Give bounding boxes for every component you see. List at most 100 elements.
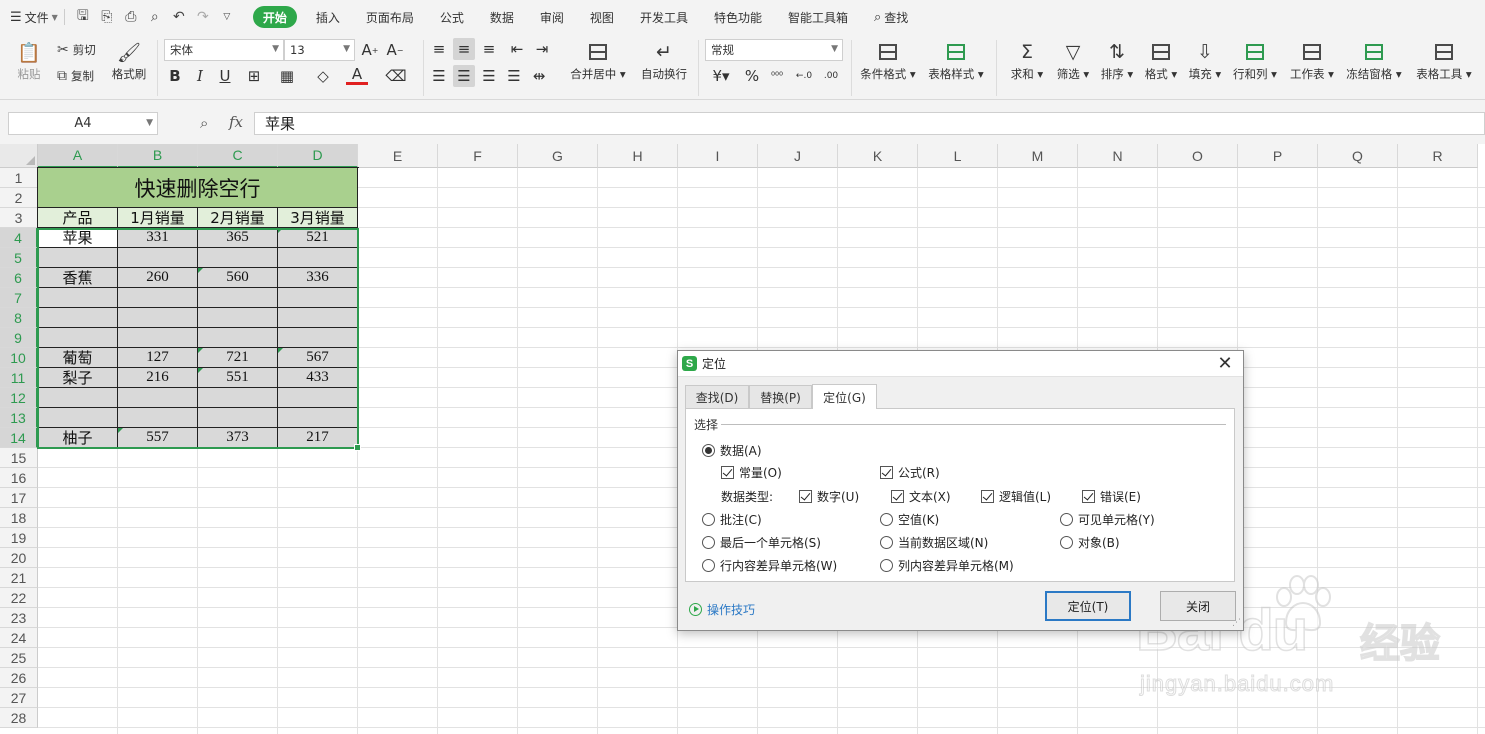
table-cell[interactable]: 柚子: [38, 428, 118, 448]
table-cell[interactable]: 551: [198, 368, 278, 388]
tab-insert[interactable]: 插入: [303, 6, 353, 28]
fill-button[interactable]: ⇩ 填充 ▾: [1185, 38, 1225, 82]
conditional-format-button[interactable]: 条件格式 ▾: [857, 38, 919, 82]
table-cell[interactable]: 梨子: [38, 368, 118, 388]
zoom-icon[interactable]: ⌕: [200, 114, 208, 132]
select-all-corner[interactable]: [0, 144, 38, 168]
column-header[interactable]: L: [918, 144, 998, 168]
row-header[interactable]: 12: [0, 388, 38, 408]
format-painter-button[interactable]: 🖌 格式刷: [108, 38, 150, 82]
tab-replace[interactable]: 替换(P): [749, 385, 812, 409]
tab-formulas[interactable]: 公式: [427, 6, 477, 28]
number-format-select[interactable]: 常规 ▼: [705, 39, 843, 61]
align-bottom-icon[interactable]: ≡: [478, 38, 500, 60]
column-header[interactable]: H: [598, 144, 678, 168]
table-cell[interactable]: 567: [278, 348, 358, 368]
sort-button[interactable]: ⇅ 排序 ▾: [1097, 38, 1137, 82]
bold-icon[interactable]: B: [164, 65, 186, 87]
type-number-checkbox[interactable]: 数字(U): [799, 488, 859, 505]
column-header[interactable]: P: [1238, 144, 1318, 168]
increase-decimal-icon[interactable]: ←.0: [793, 65, 815, 87]
borders-icon[interactable]: ⊞: [243, 65, 265, 87]
close-icon[interactable]: ✕: [1215, 353, 1235, 374]
table-cell[interactable]: 产品: [38, 208, 118, 228]
table-cell[interactable]: 217: [278, 428, 358, 448]
format-button[interactable]: 格式 ▾: [1141, 38, 1181, 82]
table-cell[interactable]: [278, 248, 358, 268]
table-cell[interactable]: 721: [198, 348, 278, 368]
row-header[interactable]: 16: [0, 468, 38, 488]
resize-grip-icon[interactable]: ⋰: [1232, 618, 1241, 628]
locate-button[interactable]: 定位(T): [1045, 591, 1131, 621]
column-header[interactable]: A: [38, 144, 118, 168]
table-cell[interactable]: [278, 388, 358, 408]
table-cell[interactable]: 433: [278, 368, 358, 388]
cell-style-icon[interactable]: ▦: [276, 65, 298, 87]
freeze-panes-button[interactable]: 冻结窗格 ▾: [1343, 38, 1405, 82]
customize-chevron-icon[interactable]: ▽: [215, 6, 239, 28]
tab-review[interactable]: 审阅: [527, 6, 577, 28]
row-header[interactable]: 14: [0, 428, 38, 448]
align-middle-icon[interactable]: ≡: [453, 38, 475, 60]
column-header[interactable]: M: [998, 144, 1078, 168]
row-header[interactable]: 15: [0, 448, 38, 468]
tab-developer[interactable]: 开发工具: [627, 6, 701, 28]
row-header[interactable]: 3: [0, 208, 38, 228]
table-cell[interactable]: [38, 288, 118, 308]
paste-button[interactable]: 📋 粘贴: [12, 38, 46, 82]
column-header[interactable]: N: [1078, 144, 1158, 168]
column-header[interactable]: G: [518, 144, 598, 168]
table-style-button[interactable]: 表格样式 ▾: [925, 38, 987, 82]
formula-input[interactable]: 苹果: [254, 112, 1485, 135]
blanks-radio[interactable]: 空值(K): [880, 511, 939, 528]
font-name-select[interactable]: 宋体 ▼: [164, 39, 284, 61]
fill-color-icon[interactable]: ◇: [312, 65, 334, 87]
table-cell[interactable]: [278, 288, 358, 308]
table-cell[interactable]: [198, 248, 278, 268]
table-cell[interactable]: [198, 388, 278, 408]
table-cell[interactable]: [198, 308, 278, 328]
tab-find[interactable]: 查找(D): [685, 385, 749, 409]
comments-radio[interactable]: 批注(C): [702, 511, 762, 528]
tab-smart-toolbox[interactable]: 智能工具箱: [775, 6, 861, 28]
row-header[interactable]: 20: [0, 548, 38, 568]
percent-icon[interactable]: %: [741, 65, 763, 87]
type-text-checkbox[interactable]: 文本(X): [891, 488, 951, 505]
wrap-text-button[interactable]: ↵ 自动换行: [638, 38, 690, 82]
table-cell[interactable]: [278, 328, 358, 348]
column-header[interactable]: F: [438, 144, 518, 168]
table-cell[interactable]: [198, 408, 278, 428]
objects-radio[interactable]: 对象(B): [1060, 534, 1120, 551]
row-header[interactable]: 1: [0, 168, 38, 188]
table-cell[interactable]: 127: [118, 348, 198, 368]
row-header[interactable]: 24: [0, 628, 38, 648]
table-cell[interactable]: [198, 288, 278, 308]
formulas-checkbox[interactable]: 公式(R): [880, 464, 940, 481]
table-cell[interactable]: [38, 328, 118, 348]
font-size-select[interactable]: 13 ▼: [284, 39, 355, 61]
redo-icon[interactable]: ↷: [191, 6, 215, 28]
table-cell[interactable]: 葡萄: [38, 348, 118, 368]
file-menu[interactable]: ☰ 文件 ▼: [10, 9, 58, 26]
table-cell[interactable]: 2月销量: [198, 208, 278, 228]
column-header[interactable]: K: [838, 144, 918, 168]
table-cell[interactable]: 苹果: [38, 228, 118, 248]
table-cell[interactable]: 557: [118, 428, 198, 448]
row-header[interactable]: 13: [0, 408, 38, 428]
table-cell[interactable]: 260: [118, 268, 198, 288]
row-col-button[interactable]: 行和列 ▾: [1231, 38, 1279, 82]
table-cell[interactable]: [38, 308, 118, 328]
tab-home[interactable]: 开始: [252, 6, 297, 28]
italic-icon[interactable]: I: [189, 65, 211, 87]
row-header[interactable]: 26: [0, 668, 38, 688]
row-header[interactable]: 2: [0, 188, 38, 208]
row-header[interactable]: 25: [0, 648, 38, 668]
constants-checkbox[interactable]: 常量(O): [721, 464, 782, 481]
save-icon[interactable]: 🖫: [71, 6, 95, 28]
table-tools-button[interactable]: 表格工具 ▾: [1412, 38, 1476, 82]
distribute-icon[interactable]: ⇹: [528, 65, 550, 87]
sum-button[interactable]: Σ 求和 ▾: [1007, 38, 1047, 82]
table-cell[interactable]: 336: [278, 268, 358, 288]
table-cell[interactable]: 香蕉: [38, 268, 118, 288]
table-cell[interactable]: [38, 248, 118, 268]
